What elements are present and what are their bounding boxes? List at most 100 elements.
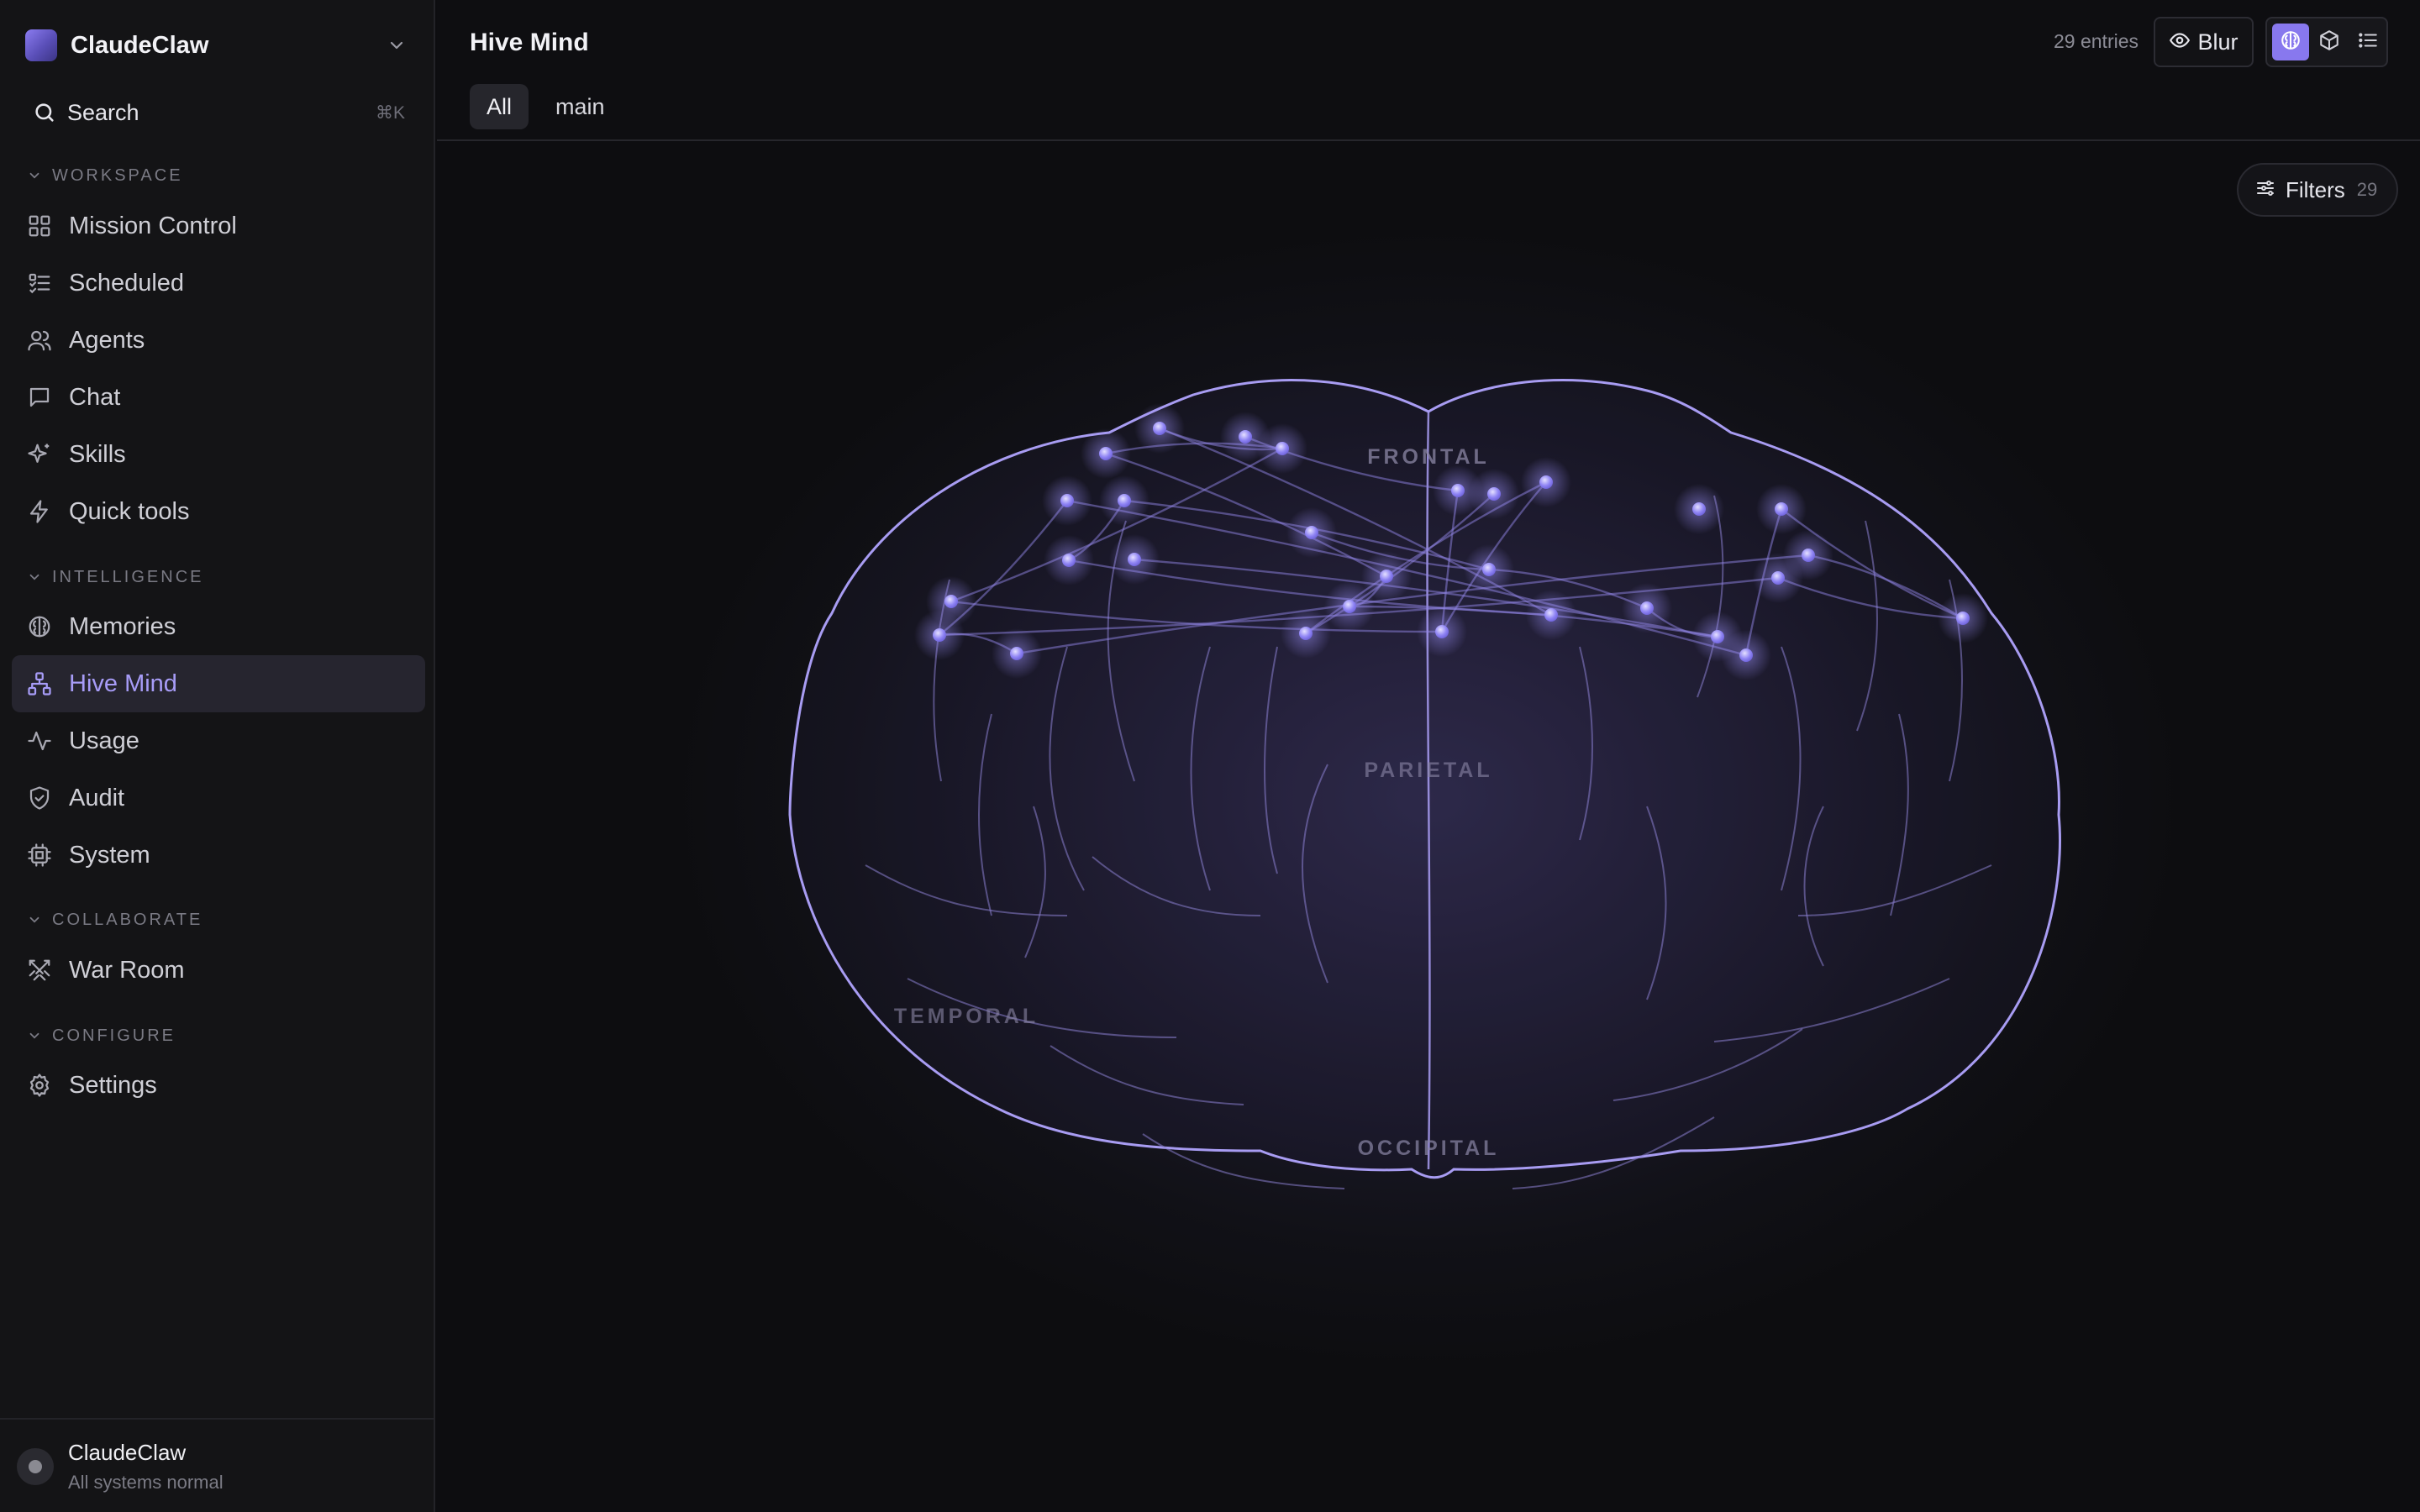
memory-node-dot[interactable] bbox=[1435, 625, 1449, 638]
memory-node[interactable] bbox=[1134, 403, 1185, 454]
memory-node[interactable] bbox=[1521, 457, 1571, 507]
memory-node-dot[interactable] bbox=[1482, 563, 1496, 576]
memory-node-dot[interactable] bbox=[1239, 430, 1252, 444]
memory-node-dot[interactable] bbox=[1099, 447, 1113, 460]
memory-node[interactable] bbox=[1257, 423, 1307, 474]
memory-node[interactable] bbox=[1469, 469, 1519, 519]
view-3d-button[interactable] bbox=[2311, 24, 2348, 60]
sidebar-item-agents[interactable]: Agents bbox=[12, 312, 425, 369]
grid-icon bbox=[25, 212, 54, 240]
sidebar-item-label: Usage bbox=[69, 727, 139, 754]
memory-node[interactable] bbox=[992, 628, 1042, 679]
view-list-button[interactable] bbox=[2349, 24, 2386, 60]
memory-node-dot[interactable] bbox=[1276, 442, 1289, 455]
memory-node[interactable] bbox=[1622, 583, 1672, 633]
memory-node[interactable] bbox=[914, 610, 965, 660]
sidebar-item-label: Hive Mind bbox=[69, 669, 177, 697]
memory-node-dot[interactable] bbox=[1544, 608, 1558, 622]
brain-map[interactable]: FRONTAL PARIETAL TEMPORAL OCCIPITAL bbox=[437, 143, 2420, 1512]
memory-node-dot[interactable] bbox=[1487, 487, 1501, 501]
memory-node-dot[interactable] bbox=[1380, 570, 1393, 583]
activity-icon bbox=[25, 727, 54, 755]
sidebar-item-quick-tools[interactable]: Quick tools bbox=[12, 483, 425, 540]
memory-node[interactable] bbox=[1938, 593, 1988, 643]
memory-node-dot[interactable] bbox=[1956, 612, 1970, 625]
memory-node-dot[interactable] bbox=[1343, 600, 1356, 613]
avatar bbox=[17, 1448, 54, 1485]
memory-node[interactable] bbox=[1081, 428, 1131, 479]
chevron-down-icon bbox=[25, 911, 44, 929]
section-workspace[interactable]: WORKSPACE bbox=[25, 163, 183, 188]
sidebar-item-usage[interactable]: Usage bbox=[12, 712, 425, 769]
memory-node-dot[interactable] bbox=[1692, 502, 1706, 516]
sidebar-item-war-room[interactable]: War Room bbox=[12, 942, 425, 999]
sidebar-item-label: Skills bbox=[69, 440, 126, 468]
sidebar-item-label: War Room bbox=[69, 956, 185, 984]
tab-all[interactable]: All bbox=[470, 84, 529, 129]
memory-node-dot[interactable] bbox=[1451, 484, 1465, 497]
sidebar-item-scheduled[interactable]: Scheduled bbox=[12, 255, 425, 312]
memory-node-dot[interactable] bbox=[944, 595, 958, 608]
memory-node-dot[interactable] bbox=[1299, 627, 1313, 640]
sidebar-item-chat[interactable]: Chat bbox=[12, 369, 425, 426]
section-collaborate[interactable]: COLLABORATE bbox=[25, 907, 203, 932]
memory-node[interactable] bbox=[1109, 534, 1160, 585]
memory-node-dot[interactable] bbox=[1711, 630, 1724, 643]
blur-button[interactable]: Blur bbox=[2154, 17, 2254, 67]
sidebar-item-label: Scheduled bbox=[69, 269, 185, 297]
memory-node-dot[interactable] bbox=[1010, 647, 1023, 660]
memory-node[interactable] bbox=[1526, 590, 1576, 640]
memory-node-dot[interactable] bbox=[1775, 502, 1788, 516]
memory-node-dot[interactable] bbox=[1305, 526, 1318, 539]
chevron-down-icon[interactable] bbox=[385, 34, 408, 57]
memory-node-dot[interactable] bbox=[1128, 553, 1141, 566]
hive-mind-canvas[interactable]: FRONTAL PARIETAL TEMPORAL OCCIPITAL Filt… bbox=[437, 143, 2420, 1512]
memory-node[interactable] bbox=[1042, 475, 1092, 526]
memory-node-dot[interactable] bbox=[1802, 549, 1815, 562]
memory-node-dot[interactable] bbox=[1062, 554, 1076, 567]
app-logo bbox=[25, 29, 57, 61]
memory-node[interactable] bbox=[1417, 606, 1467, 657]
sidebar-item-audit[interactable]: Audit bbox=[12, 769, 425, 827]
sidebar-item-mission-control[interactable]: Mission Control bbox=[12, 197, 425, 255]
memory-node[interactable] bbox=[1281, 608, 1331, 659]
workspace-switcher[interactable]: ClaudeClaw bbox=[25, 29, 412, 62]
memory-node-dot[interactable] bbox=[1539, 475, 1553, 489]
section-intelligence[interactable]: INTELLIGENCE bbox=[25, 564, 203, 590]
memory-node[interactable] bbox=[1099, 475, 1150, 526]
app-name: ClaudeClaw bbox=[71, 31, 209, 59]
chevron-down-icon bbox=[25, 166, 44, 185]
memory-node[interactable] bbox=[1044, 535, 1094, 585]
section-configure[interactable]: CONFIGURE bbox=[25, 1023, 176, 1048]
memory-node-dot[interactable] bbox=[1153, 422, 1166, 435]
tab-main[interactable]: main bbox=[539, 84, 622, 129]
sidebar-item-skills[interactable]: Skills bbox=[12, 426, 425, 483]
memory-node-dot[interactable] bbox=[1118, 494, 1131, 507]
search-shortcut: ⌘K bbox=[375, 102, 405, 123]
memory-node[interactable] bbox=[1324, 581, 1375, 632]
memory-node-dot[interactable] bbox=[1739, 648, 1753, 662]
search-button[interactable]: Search ⌘K bbox=[25, 94, 405, 131]
filters-button[interactable]: Filters 29 bbox=[2237, 163, 2398, 217]
memory-node[interactable] bbox=[1286, 507, 1337, 558]
sidebar-item-system[interactable]: System bbox=[12, 827, 425, 884]
region-label-parietal: PARIETAL bbox=[1364, 759, 1492, 782]
memory-node[interactable] bbox=[1464, 544, 1514, 595]
lightning-icon bbox=[25, 497, 54, 526]
memory-node-dot[interactable] bbox=[1640, 601, 1654, 615]
system-status[interactable]: ClaudeClaw All systems normal bbox=[0, 1418, 434, 1512]
section-label: COLLABORATE bbox=[52, 910, 203, 929]
memory-node-dot[interactable] bbox=[1771, 571, 1785, 585]
memory-node[interactable] bbox=[1783, 530, 1833, 580]
sidebar-item-settings[interactable]: Settings bbox=[12, 1057, 425, 1114]
brain-icon bbox=[25, 612, 54, 641]
memory-node[interactable] bbox=[1721, 630, 1771, 680]
sidebar-item-hive-mind[interactable]: Hive Mind bbox=[12, 655, 425, 712]
memory-node-dot[interactable] bbox=[933, 628, 946, 642]
sidebar-item-memories[interactable]: Memories bbox=[12, 598, 425, 655]
tab-bar: All main bbox=[470, 84, 622, 129]
memory-node-dot[interactable] bbox=[1060, 494, 1074, 507]
view-brain-button[interactable] bbox=[2272, 24, 2309, 60]
memory-node[interactable] bbox=[1674, 484, 1724, 534]
memory-node[interactable] bbox=[1756, 484, 1807, 534]
